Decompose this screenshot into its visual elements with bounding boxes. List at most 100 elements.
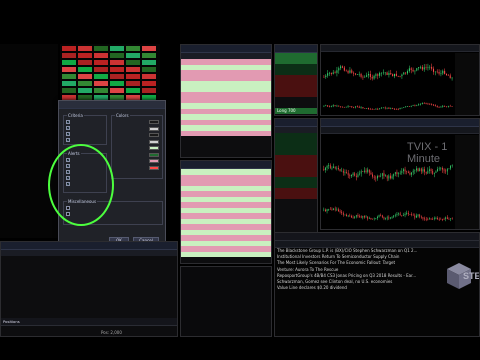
color-swatch[interactable] [149,165,159,170]
candle-body [355,215,357,217]
candle-body [409,214,411,215]
checkbox[interactable]: ✓ [66,176,70,180]
level2-row[interactable] [275,91,317,97]
candle-body [345,70,347,72]
color-swatch[interactable] [149,159,159,164]
checkbox-item[interactable] [64,211,162,217]
candle-body [427,170,429,174]
candle-body [334,166,336,169]
color-swatch[interactable] [149,139,159,144]
candle-body [434,105,436,107]
table-cell [275,194,289,200]
candle-body [338,105,340,107]
candle-body [343,106,345,108]
positions-window: Positions Pos: 2,000 [0,241,178,337]
candle-body [383,217,385,219]
candle-body [380,215,382,216]
heatmap-cell [94,53,108,58]
checkbox-item[interactable]: ✓ [64,181,106,187]
checkbox[interactable]: ✓ [66,138,70,142]
candle-body [367,74,370,76]
positions-tabs: Positions [1,318,177,326]
checkbox[interactable]: ✓ [66,170,70,174]
alert-row[interactable] [181,130,271,136]
candle-body [409,172,411,175]
alert-check-list: ✓ ✓ ✓ ✓ ✓ [64,154,106,187]
candle-body [349,106,351,107]
quote-row[interactable] [0,204,58,210]
candle-body [360,171,362,174]
heatmap-cell [142,53,156,58]
candle-body [401,171,403,173]
candle-body [393,215,395,217]
candle-body [403,169,404,172]
color-swatch[interactable] [149,152,159,157]
dialog-title [59,101,165,109]
news-body: The Blackstone Group L.P. is (BX)/CIO St… [277,248,418,253]
alerts2-rows [181,169,271,257]
candle-body [440,219,442,220]
candle-body [405,72,407,74]
tab-second[interactable] [22,318,26,325]
alert-row[interactable] [181,251,271,258]
candle-body [403,215,404,216]
candle-body [395,73,397,76]
candle-body [331,167,333,169]
table-cell [181,252,199,258]
checkbox[interactable]: ✓ [66,120,70,124]
checkbox[interactable]: ✓ [66,132,70,136]
color-swatch[interactable] [149,126,159,131]
positions-row[interactable] [1,284,177,290]
candle-body [339,169,341,172]
color-row[interactable] [112,165,162,172]
candle-body [432,170,434,174]
candle-body [351,70,353,73]
candle-body [438,168,440,170]
candle-body [370,218,372,219]
candle-body [399,213,401,216]
candle-body [403,107,405,108]
checkbox[interactable] [66,212,70,216]
candle-body [419,214,421,217]
candle-body [392,108,394,109]
candle-body [354,173,356,176]
chart-main-canvas[interactable] [321,119,480,230]
candle-body [445,217,447,219]
checkbox-item[interactable]: ✓ [64,137,106,143]
alerts-rows [181,59,271,136]
checkbox[interactable]: ✓ [66,164,70,168]
news-tab[interactable] [319,233,323,240]
tab-positions[interactable]: Positions [1,318,22,325]
candle-body [393,73,396,77]
candle-body [421,66,423,70]
color-swatch[interactable] [149,133,159,138]
candle-body [431,66,433,69]
checkbox[interactable]: ✓ [66,182,70,186]
candle-body [420,168,422,172]
candle-body [419,103,422,105]
candle-body [341,66,344,68]
candle-body [390,108,392,109]
candle-body [417,168,419,172]
color-swatch[interactable] [149,120,159,125]
candle-body [368,218,370,219]
candle-body [336,105,338,107]
checkbox[interactable]: ✓ [66,126,70,130]
heatmap-cell [62,74,76,79]
color-swatch[interactable] [149,146,159,151]
candle-body [381,173,383,176]
quote-cell [0,204,19,210]
candle-body [390,73,392,75]
checkbox[interactable]: ✓ [66,158,70,162]
candle-body [382,107,384,109]
alerts-group-title: Alerts [67,151,81,156]
candle-body [327,73,329,76]
candle-body [410,105,412,107]
level2-row[interactable] [275,193,317,200]
chart-top-canvas[interactable] [321,45,480,116]
checkbox[interactable] [66,206,70,210]
candle-body [388,175,390,179]
heatmap-cell [78,74,92,79]
news-tabs [275,233,479,241]
candle-body [355,175,357,178]
